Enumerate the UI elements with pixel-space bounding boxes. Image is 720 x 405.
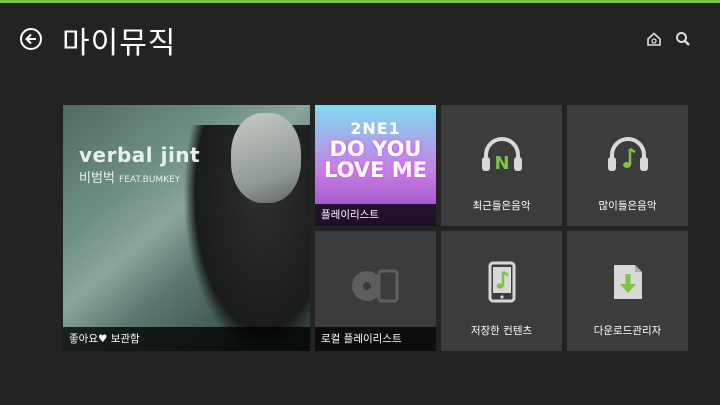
- liked-tile[interactable]: verbal jint 비범벅 FEAT.BUMKEY 좋아요♥ 보관함: [63, 105, 310, 351]
- playlist-art-title: DO YOU LOVE ME: [323, 137, 428, 182]
- most-played-tile-label: 많이들은음악: [598, 200, 657, 212]
- saved-tile[interactable]: 저장한 컨텐츠: [441, 231, 562, 351]
- playlist-art-artist: 2NE1: [350, 119, 401, 138]
- headphones-n-icon: N: [481, 137, 522, 173]
- downloads-tile[interactable]: 다운로드관리자: [567, 231, 688, 351]
- album-art-feat: FEAT.BUMKEY: [119, 175, 181, 185]
- playlist-tile-label: 플레이리스트: [315, 204, 436, 226]
- download-icon: [613, 265, 642, 299]
- back-arrow-icon: [25, 33, 36, 45]
- most-played-tile[interactable]: 많이들은음악: [567, 105, 688, 226]
- phone-note-icon: [488, 261, 515, 303]
- back-button[interactable]: [20, 28, 42, 50]
- svg-text:N: N: [494, 153, 509, 173]
- recent-tile-label: 최근들은음악: [472, 200, 531, 212]
- playlist-tile[interactable]: 2NE1 DO YOU LOVE ME 플레이리스트: [315, 105, 436, 226]
- accent-line: [0, 0, 720, 3]
- liked-tile-label: 좋아요♥ 보관함: [63, 327, 310, 351]
- headphones-note-icon: [607, 137, 648, 171]
- home-icon[interactable]: [646, 31, 662, 47]
- cd-phone-icon: [351, 269, 398, 303]
- local-playlist-tile-label: 로컬 플레이리스트: [315, 327, 436, 351]
- downloads-tile-label: 다운로드관리자: [593, 325, 662, 337]
- page-title: 마이뮤직: [62, 26, 177, 61]
- saved-tile-label: 저장한 컨텐츠: [470, 325, 533, 337]
- local-playlist-tile[interactable]: 로컬 플레이리스트: [315, 231, 436, 351]
- album-art-subtitle: 비범벅 FEAT.BUMKEY: [79, 167, 180, 186]
- album-art-subtitle-ko: 비범벅: [79, 171, 115, 186]
- search-icon[interactable]: [675, 31, 691, 47]
- album-art-face: [231, 113, 301, 203]
- album-art-title: verbal jint: [79, 143, 201, 167]
- recent-tile[interactable]: N 최근들은음악: [441, 105, 562, 226]
